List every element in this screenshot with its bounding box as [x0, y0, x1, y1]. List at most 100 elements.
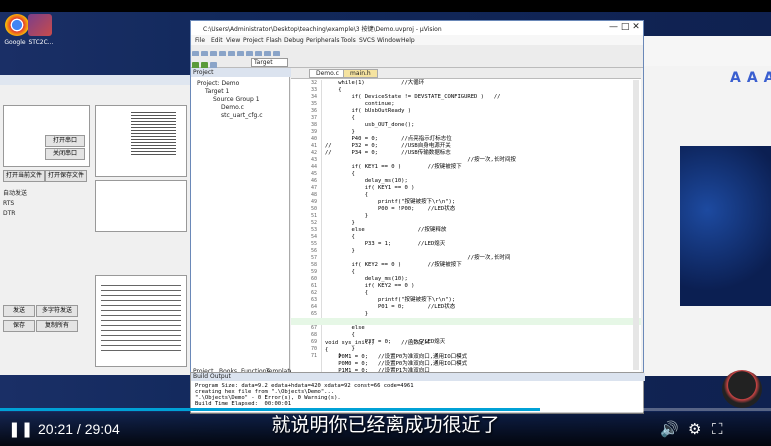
menu-peripherals[interactable]: Peripherals [306, 37, 339, 44]
code-line[interactable]: { [325, 192, 516, 199]
code-line[interactable]: { [325, 290, 516, 297]
fullscreen-icon[interactable]: ⛶ [712, 420, 723, 438]
line-number: 58 [310, 262, 317, 268]
pause-icon[interactable]: ❚❚ [8, 420, 33, 438]
send-buffer[interactable] [95, 180, 187, 232]
desktop-icon-stc[interactable] [28, 14, 52, 36]
line-number: 41 [310, 143, 317, 149]
code-line[interactable]: if( DeviceState != DEVSTATE_CONFIGURED )… [325, 94, 516, 101]
code-line[interactable]: P40 = 0; //点亮指示灯标志位 [325, 136, 516, 143]
code-line[interactable]: if( KEY1 == 0 ) //按键被按下 [325, 164, 516, 171]
code-line[interactable]: usb_OUT_done(); [325, 122, 516, 129]
code-line[interactable]: delay_ms(10); [325, 178, 516, 185]
save-button[interactable]: 保存 [3, 320, 35, 332]
tab-demo-c[interactable]: Demo.c [309, 69, 346, 78]
code-line[interactable]: // P32 = 0; //USB自身电源开关 [325, 143, 516, 150]
log-area [95, 275, 187, 367]
menu-file[interactable]: File [195, 37, 205, 44]
code-line[interactable]: P33 = 1; //LED熄灭 [325, 241, 516, 248]
mascot-avatar [722, 370, 762, 408]
desktop-icon-chrome[interactable] [2, 14, 29, 36]
menu-debug[interactable]: Debug [284, 37, 304, 44]
code-line[interactable]: else [325, 325, 516, 332]
menu-tools[interactable]: Tools [341, 37, 356, 44]
code-line[interactable]: else //按键释放 [325, 227, 516, 234]
window-controls[interactable]: — □ ✕ [609, 22, 640, 32]
code-content-sys-init[interactable]: void sys_init() //函数定义{ P0M1 = 0; //设置P0… [325, 340, 467, 375]
code-line[interactable]: } [325, 311, 516, 318]
copy-all-button[interactable]: 复制所有 [36, 320, 78, 332]
tree-project-root[interactable]: Project: Demo [197, 80, 239, 87]
code-line[interactable]: // P34 = 0; //USB传输数据标志 [325, 150, 516, 157]
tree-source-group[interactable]: Source Group 1 [213, 96, 260, 103]
code-line[interactable]: { [325, 234, 516, 241]
code-line[interactable]: P01 = 0; //LED状态 [325, 304, 516, 311]
code-line[interactable]: { [325, 87, 516, 94]
line-number: 52 [310, 220, 317, 226]
editor-scrollbar[interactable] [633, 80, 639, 370]
code-line[interactable]: void sys_init() //函数定义 [325, 340, 467, 347]
open-file-button[interactable]: 打开当前文件 [3, 170, 45, 182]
menu-project[interactable]: Project [243, 37, 264, 44]
checkbox-rts[interactable]: RTS [3, 200, 14, 208]
tree-file-uart-cfg[interactable]: stc_uart_cfg.c [221, 112, 263, 119]
tree-target[interactable]: Target 1 [205, 88, 229, 95]
code-line[interactable]: if( KEY2 == 0 ) //按键被按下 [325, 262, 516, 269]
desktop-icon-label: STC2C... [28, 39, 54, 46]
code-line[interactable]: if( KEY2 == 0 ) [325, 283, 516, 290]
code-line[interactable]: printf("按键被按下\r\n"); [325, 199, 516, 206]
tree-file-demo[interactable]: Demo.c [221, 104, 244, 111]
menu-flash[interactable]: Flash [266, 37, 282, 44]
menu-view[interactable]: View [226, 37, 240, 44]
line-number: 37 [310, 115, 317, 121]
code-line[interactable]: } [325, 213, 516, 220]
code-line[interactable]: printf("按键被按下\r\n"); [325, 297, 516, 304]
open-port-button[interactable]: 打开串口 [45, 135, 85, 147]
save-file-button[interactable]: 打开保存文件 [45, 170, 87, 182]
keil-menubar: File Edit View Project Flash Debug Perip… [191, 35, 643, 45]
current-line-highlight [291, 318, 641, 325]
code-line[interactable]: } [325, 248, 516, 255]
code-line[interactable]: { [325, 347, 467, 354]
code-line[interactable]: { [325, 171, 516, 178]
checkbox-auto-send[interactable]: 自动发送 [3, 190, 27, 198]
code-line[interactable]: continue; [325, 101, 516, 108]
menu-help[interactable]: Help [401, 37, 415, 44]
code-line[interactable]: } [325, 129, 516, 136]
close-port-button[interactable]: 关闭串口 [45, 148, 85, 160]
code-line[interactable]: delay_ms(10); [325, 276, 516, 283]
code-line[interactable]: P0M1 = 0; //设置P0为准双向口,通用IO口模式 [325, 354, 467, 361]
keil-toolbar-build: Target [191, 56, 643, 69]
line-number: 63 [310, 297, 317, 303]
target-select[interactable]: Target [251, 58, 288, 67]
ppt-font-samples: AAA [730, 70, 771, 86]
settings-icon[interactable]: ⚙ [688, 420, 701, 438]
menu-svcs[interactable]: SVCS [359, 37, 375, 44]
code-line[interactable]: //按一次,长时间按 [325, 157, 515, 164]
checkbox-dtr[interactable]: DTR [3, 210, 15, 218]
code-line[interactable]: P00 = !P00; //LED状态 [325, 206, 516, 213]
code-line[interactable]: if( bUsbOutReady ) [325, 108, 516, 115]
line-number: 57 [310, 255, 317, 261]
line-number: 49 [310, 199, 317, 205]
send-button[interactable]: 发送 [3, 305, 35, 317]
multi-send-button[interactable]: 多字符发送 [36, 305, 78, 317]
line-number: 70 [310, 346, 317, 352]
code-line[interactable]: if( KEY1 == 0 ) [325, 185, 516, 192]
code-line[interactable]: while(1) //大循环 [325, 80, 516, 87]
tab-main-h[interactable]: main.h [343, 69, 378, 78]
code-line[interactable]: { [325, 115, 516, 122]
menu-edit[interactable]: Edit [211, 37, 223, 44]
volume-icon[interactable]: 🔊 [660, 420, 679, 438]
code-line[interactable]: P0M0 = 0; //设置P0为准双向口,通用IO口模式 [325, 361, 467, 368]
menu-window[interactable]: Window [377, 37, 401, 44]
receive-buffer[interactable] [95, 105, 187, 177]
code-line[interactable]: } [325, 220, 516, 227]
line-number: 68 [310, 332, 317, 338]
ppt-slide-preview[interactable] [680, 146, 771, 306]
code-line[interactable]: { [325, 332, 516, 339]
code-line[interactable]: //按一次,长时间 [325, 255, 516, 262]
code-line[interactable]: { [325, 269, 516, 276]
chrome-icon [5, 14, 29, 36]
code-editor[interactable]: Demo.c main.h 32 33 34 35 36 37 38 39 40 41 42 43 44… [291, 68, 641, 376]
